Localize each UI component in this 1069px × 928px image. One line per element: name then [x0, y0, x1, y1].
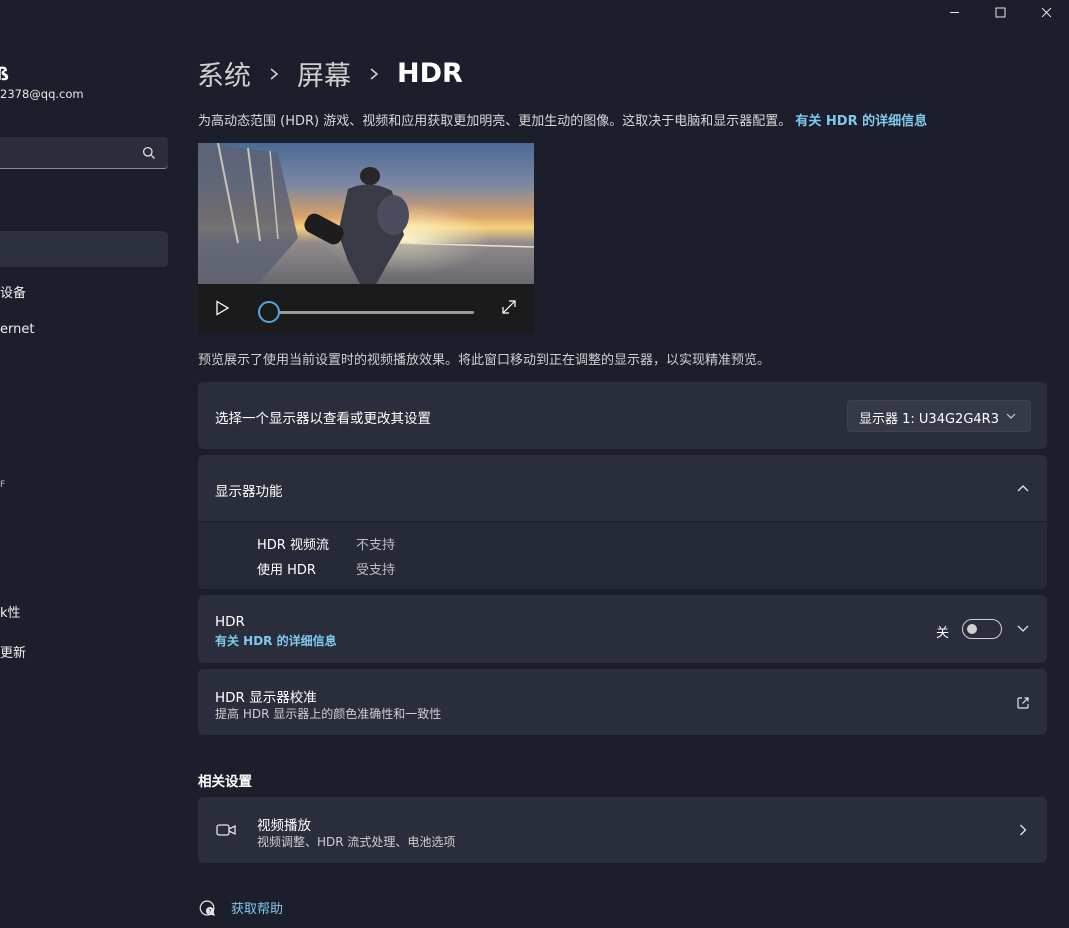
hdr-title: HDR	[215, 614, 245, 630]
chevron-right-icon	[268, 67, 280, 81]
intro-description: 为高动态范围 (HDR) 游戏、视频和应用获取更加明亮、更加生动的图像。这取决于…	[198, 114, 792, 129]
video-controls	[198, 284, 534, 333]
video-frame	[198, 143, 534, 284]
breadcrumb-system[interactable]: 系统	[197, 54, 251, 93]
svg-text:?: ?	[208, 908, 211, 915]
video-camera-icon	[216, 824, 236, 836]
seek-thumb[interactable]	[258, 301, 280, 323]
hdr-toggle[interactable]	[962, 619, 1002, 639]
chevron-down-icon	[1006, 413, 1016, 419]
hdr-toggle-knob	[967, 624, 977, 634]
sidebar-item-accessibility[interactable]: k性	[0, 602, 21, 621]
chevron-down-icon[interactable]	[1017, 625, 1029, 633]
feature-value-use-hdr: 受支持	[356, 563, 396, 578]
hdr-info-link[interactable]: 有关 HDR 的详细信息	[795, 114, 927, 129]
feature-value-hdr-streaming: 不支持	[356, 538, 396, 553]
maximize-button[interactable]	[977, 0, 1023, 24]
display-features-header[interactable]: 显示器功能	[198, 455, 1047, 521]
preview-note: 预览展示了使用当前设置时的视频播放效果。将此窗口移动到正在调整的显示器，以实现精…	[198, 353, 771, 368]
breadcrumb-display[interactable]: 屏幕	[297, 54, 351, 93]
display-select-label: 选择一个显示器以查看或更改其设置	[215, 411, 431, 427]
display-features-body: HDR 视频流 不支持 使用 HDR 受支持	[198, 521, 1047, 589]
fullscreen-icon[interactable]	[500, 298, 518, 316]
page-title: HDR	[397, 58, 463, 89]
window-controls	[931, 0, 1069, 24]
hdr-calibration-card[interactable]: HDR 显示器校准 提高 HDR 显示器上的颜色准确性和一致性	[198, 669, 1047, 735]
display-select-dropdown[interactable]: 显示器 1: U34G2G4R3	[847, 400, 1031, 432]
hdr-details-link[interactable]: 有关 HDR 的详细信息	[215, 632, 337, 649]
video-playback-subtitle: 视频调整、HDR 流式处理、电池选项	[257, 835, 456, 849]
get-help[interactable]: ? 获取帮助	[198, 898, 283, 917]
feature-label-use-hdr: 使用 HDR	[257, 563, 316, 578]
hdr-calibration-title: HDR 显示器校准	[215, 690, 317, 706]
display-select-value: 显示器 1: U34G2G4R3	[859, 412, 999, 427]
chevron-up-icon[interactable]	[1017, 484, 1029, 492]
hdr-calibration-subtitle: 提高 HDR 显示器上的颜色准确性和一致性	[215, 707, 442, 721]
get-help-label[interactable]: 获取帮助	[231, 898, 283, 917]
video-scene	[198, 143, 534, 284]
related-settings-heading: 相关设置	[198, 774, 252, 790]
search-input[interactable]	[0, 137, 168, 169]
seek-bar[interactable]	[270, 311, 474, 314]
breadcrumb: 系统 屏幕 HDR	[197, 54, 463, 93]
hdr-video-preview	[198, 143, 534, 333]
intro-text: 为高动态范围 (HDR) 游戏、视频和应用获取更加明亮、更加生动的图像。这取决于…	[198, 110, 927, 129]
help-chat-icon: ?	[199, 899, 215, 916]
maximize-icon	[995, 7, 1005, 17]
sidebar: ß 2378@qq.com 设备 ernet F k性 更新	[0, 0, 180, 928]
feature-label-hdr-streaming: HDR 视频流	[257, 538, 329, 553]
video-playback-card[interactable]: 视频播放 视频调整、HDR 流式处理、电池选项	[198, 797, 1047, 863]
external-link-icon	[1017, 697, 1029, 709]
video-playback-title: 视频播放	[257, 818, 311, 834]
user-name: ß	[0, 64, 9, 85]
sidebar-item-partial[interactable]: F	[0, 480, 5, 490]
chevron-right-icon	[1020, 824, 1027, 836]
play-icon[interactable]	[214, 300, 230, 316]
close-button[interactable]	[1023, 0, 1069, 24]
hdr-card[interactable]: HDR 有关 HDR 的详细信息 关	[198, 595, 1047, 663]
sidebar-item-update[interactable]: 更新	[0, 642, 26, 661]
display-features-title: 显示器功能	[215, 484, 283, 500]
chevron-right-icon	[368, 67, 380, 81]
sidebar-item-system[interactable]	[0, 231, 168, 267]
user-email: 2378@qq.com	[0, 87, 84, 101]
hdr-toggle-state: 关	[936, 626, 950, 641]
sidebar-item-network[interactable]: ernet	[0, 322, 34, 337]
sidebar-item-devices[interactable]: 设备	[0, 282, 26, 301]
close-icon	[1041, 7, 1051, 17]
display-select-card: 选择一个显示器以查看或更改其设置 显示器 1: U34G2G4R3	[198, 382, 1047, 449]
minimize-button[interactable]	[931, 0, 977, 24]
minimize-icon	[949, 11, 959, 13]
search-icon	[142, 146, 155, 159]
